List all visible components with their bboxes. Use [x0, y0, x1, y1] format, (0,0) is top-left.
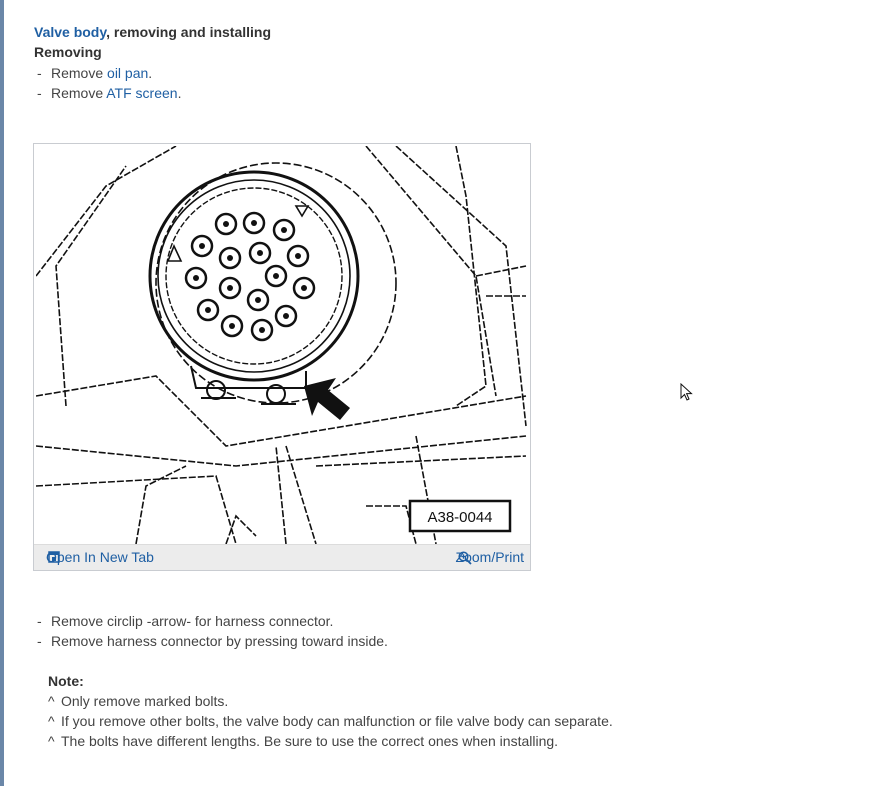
step-text: Remove circlip -arrow- for harness conne…: [51, 613, 334, 629]
figure-code: A38-0044: [427, 509, 492, 526]
note-block: Note: ^ Only remove marked bolts. ^ If you…: [48, 671, 848, 751]
section-heading: Removing: [34, 44, 102, 60]
procedure-content: Valve body, removing and installing Remo…: [34, 22, 854, 103]
step-dash: -: [37, 613, 42, 629]
note-text: If you remove other bolts, the valve bod…: [61, 713, 613, 729]
step-suffix: .: [148, 65, 153, 81]
step-remove-atf-screen: - Remove ATF screen.: [34, 83, 854, 103]
valve-body-illustration[interactable]: A38-0044: [36, 146, 528, 544]
note-text: The bolts have different lengths. Be sur…: [61, 733, 559, 749]
step-text: Remove harness connector by pressing tow…: [51, 633, 388, 649]
procedure-steps: - Remove circlip -arrow- for harness conn…: [34, 611, 854, 651]
zoom-in-icon: [457, 551, 472, 565]
open-new-tab-button[interactable]: Open In New Tab: [46, 549, 154, 565]
note-caret: ^: [48, 693, 55, 709]
figure-panel: A38-0044 Open In New Tab Zoom/Print: [33, 143, 531, 571]
step-text: Remove: [51, 85, 107, 101]
step-text: Remove: [51, 65, 108, 81]
page-title: Valve body, removing and installing: [34, 22, 854, 42]
note-item: ^ Only remove marked bolts.: [48, 691, 848, 711]
open-new-tab-icon: [48, 551, 60, 563]
zoom-print-button[interactable]: Zoom/Print: [456, 549, 524, 565]
oil-pan-link[interactable]: oil pan: [107, 65, 148, 81]
note-item: ^ The bolts have different lengths. Be su…: [48, 731, 848, 751]
step-remove-oil-pan: - Remove oil pan.: [34, 63, 854, 83]
note-item: ^ If you remove other bolts, the valve bo…: [48, 711, 848, 731]
step-dash: -: [37, 633, 42, 649]
title-text: , removing and installing: [106, 24, 272, 40]
mouse-pointer-icon: [680, 383, 693, 401]
step-suffix: .: [177, 85, 182, 101]
valve-body-link[interactable]: Valve body: [34, 24, 106, 40]
note-caret: ^: [48, 733, 55, 749]
step-remove-harness-connector: - Remove harness connector by pressing to…: [34, 631, 854, 651]
left-accent-rule: [0, 0, 4, 786]
note-heading: Note:: [48, 673, 84, 689]
atf-screen-link[interactable]: ATF screen: [106, 85, 177, 101]
note-text: Only remove marked bolts.: [61, 693, 229, 709]
figure-toolbar: Open In New Tab Zoom/Print: [34, 544, 530, 570]
open-new-tab-label: Open In New Tab: [46, 549, 154, 565]
step-dash: -: [37, 85, 42, 101]
step-dash: -: [37, 65, 42, 81]
step-remove-circlip: - Remove circlip -arrow- for harness conn…: [34, 611, 854, 631]
note-caret: ^: [48, 713, 55, 729]
